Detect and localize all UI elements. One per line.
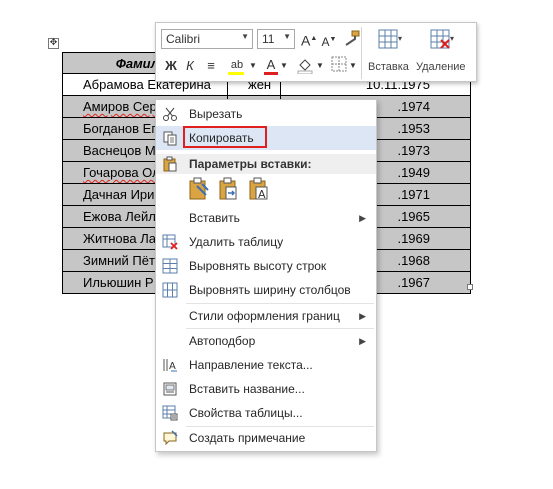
- shrink-font-button[interactable]: A▼: [321, 31, 337, 49]
- svg-text:▾: ▾: [450, 34, 454, 43]
- toolbar-separator: [361, 27, 362, 79]
- paste-options-header: Параметры вставки:: [156, 154, 376, 174]
- menu-item-new-comment[interactable]: Создать примечание: [156, 426, 376, 450]
- mini-toolbar: Calibri ▼ 11 ▼ A▲ A▼ Ж К ≡ ab ▼ A ▼ ▼ ▼ …: [155, 22, 477, 82]
- format-painter-icon: [345, 30, 360, 46]
- menu-item-label: Направление текста...: [189, 358, 313, 372]
- name-cell[interactable]: Амиров Сер: [83, 99, 157, 114]
- borders-icon: [331, 56, 347, 72]
- menu-item-autofit[interactable]: Автоподбор ▶: [156, 329, 376, 353]
- table-properties-icon: [162, 405, 178, 421]
- name-cell[interactable]: Гочарова Ол: [83, 165, 160, 180]
- menu-item-insert[interactable]: Вставить ▶: [156, 206, 376, 230]
- menu-item-text-direction[interactable]: A Направление текста...: [156, 353, 376, 377]
- svg-text:A: A: [169, 361, 176, 372]
- context-menu: Вырезать Копировать Параметры вставки: A…: [155, 99, 377, 452]
- chevron-down-icon[interactable]: ▼: [280, 57, 288, 75]
- copy-highlight-frame: [183, 126, 267, 148]
- paste-text-only-button[interactable]: A: [248, 176, 270, 202]
- menu-item-label: Выровнять высоту строк: [189, 259, 327, 273]
- font-color-button[interactable]: A: [263, 56, 279, 75]
- format-painter-button[interactable]: [342, 29, 362, 47]
- paste-merge-icon: [219, 177, 237, 200]
- menu-item-insert-caption[interactable]: Вставить название...: [156, 377, 376, 401]
- menu-item-label: Вырезать: [189, 107, 243, 121]
- chevron-down-icon[interactable]: ▼: [249, 57, 257, 75]
- menu-item-label: Создать примечание: [189, 431, 306, 445]
- paste-merge-button[interactable]: [218, 176, 240, 202]
- shading-button[interactable]: [296, 56, 314, 75]
- font-name-value: Calibri: [166, 32, 201, 46]
- menu-item-label: Вставить: [189, 211, 240, 225]
- table-resize-handle[interactable]: [467, 284, 473, 290]
- distribute-columns-icon: [162, 282, 178, 298]
- chevron-down-icon[interactable]: ▼: [349, 57, 357, 75]
- menu-item-border-styles[interactable]: Стили оформления границ ▶: [156, 304, 376, 328]
- menu-item-label: Свойства таблицы...: [189, 406, 303, 420]
- table-delete-icon: [162, 234, 178, 250]
- table-move-handle[interactable]: ✥: [48, 38, 59, 49]
- borders-button[interactable]: [330, 56, 348, 74]
- clipboard-icon: [163, 156, 177, 172]
- menu-item-table-properties[interactable]: Свойства таблицы...: [156, 401, 376, 425]
- table-delete-icon: ▾: [430, 29, 454, 49]
- menu-item-cut[interactable]: Вырезать: [156, 102, 376, 126]
- chevron-right-icon: ▶: [359, 213, 366, 223]
- menu-item-label: Удалить таблицу: [189, 235, 284, 249]
- menu-item-distribute-rows[interactable]: Выровнять высоту строк: [156, 254, 376, 278]
- grow-font-icon: A: [301, 32, 311, 49]
- distribute-rows-icon: [162, 258, 178, 274]
- table-insert-icon: ▾: [378, 29, 402, 49]
- paste-keep-source-button[interactable]: [188, 176, 210, 202]
- chevron-right-icon: ▶: [359, 336, 366, 346]
- bold-button[interactable]: Ж: [164, 57, 178, 75]
- svg-text:A: A: [258, 188, 266, 201]
- menu-item-label: Выровнять ширину столбцов: [189, 283, 351, 297]
- font-size-value: 11: [262, 32, 275, 46]
- text-direction-icon: A: [163, 359, 177, 372]
- chevron-down-icon[interactable]: ▼: [241, 32, 249, 41]
- highlight-icon: ab: [230, 59, 244, 71]
- center-align-button[interactable]: ≡: [203, 57, 219, 75]
- chevron-right-icon: ▶: [359, 311, 366, 321]
- paint-bucket-icon: [297, 59, 313, 75]
- insert-table-button[interactable]: ▾: [374, 27, 406, 57]
- paste-options-label: Параметры вставки:: [189, 157, 312, 171]
- menu-item-distribute-cols[interactable]: Выровнять ширину столбцов: [156, 278, 376, 302]
- scissors-icon: [163, 107, 177, 121]
- grow-font-button[interactable]: A▲: [301, 30, 317, 49]
- chevron-down-icon[interactable]: ▼: [283, 32, 291, 41]
- delete-label: Удаление: [416, 61, 466, 73]
- highlight-button[interactable]: ab: [226, 56, 248, 75]
- font-color-icon: A: [266, 57, 276, 72]
- italic-button[interactable]: К: [183, 57, 197, 75]
- comment-icon: [163, 430, 178, 446]
- svg-text:▾: ▾: [398, 34, 402, 43]
- paste-text-only-icon: A: [249, 177, 268, 201]
- paste-keep-formatting-icon: [189, 177, 209, 200]
- insert-caption-icon: [163, 382, 177, 396]
- copy-icon: [163, 131, 177, 146]
- shrink-font-icon: A: [321, 35, 330, 49]
- menu-item-label: Стили оформления границ: [189, 309, 340, 323]
- font-size-combobox[interactable]: 11 ▼: [257, 29, 295, 49]
- menu-item-delete-table[interactable]: Удалить таблицу: [156, 230, 376, 254]
- menu-item-label: Автоподбор: [189, 334, 256, 348]
- font-name-combobox[interactable]: Calibri ▼: [161, 29, 253, 49]
- chevron-down-icon[interactable]: ▼: [316, 57, 324, 75]
- delete-table-button[interactable]: ▾: [426, 27, 458, 57]
- insert-label: Вставка: [368, 61, 409, 73]
- menu-item-label: Вставить название...: [189, 382, 305, 396]
